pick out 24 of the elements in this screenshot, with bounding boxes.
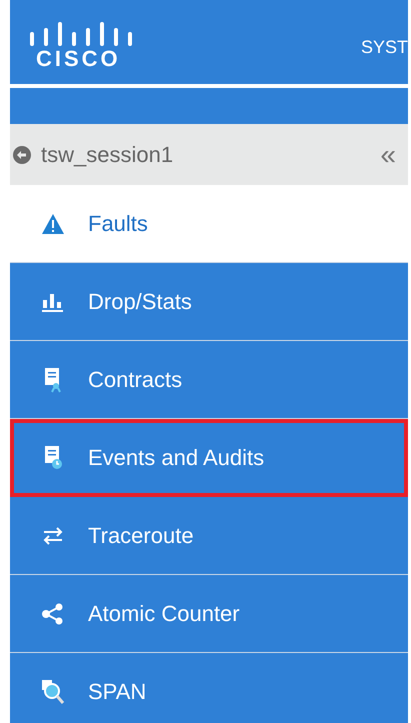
header-title: SYST (360, 36, 408, 59)
menu-label: Drop/Stats (88, 288, 192, 316)
swap-arrows-icon (41, 526, 65, 544)
menu-item[interactable]: Atomic Counter (10, 575, 408, 653)
magnifier-icon (41, 678, 65, 704)
menu-label: Atomic Counter (88, 600, 240, 628)
logo-wordmark: CISCO (36, 48, 121, 70)
share-icon (41, 602, 65, 626)
menu-label: Traceroute (88, 522, 194, 550)
collapse-button[interactable]: « (380, 140, 396, 168)
menu-label: SPAN (88, 678, 146, 706)
warning-icon (41, 212, 65, 234)
menu-label: Faults (88, 210, 148, 238)
menu-label: Contracts (88, 366, 182, 394)
certificate-icon (43, 366, 63, 392)
menu-item[interactable]: Events and Audits (10, 419, 408, 497)
menu-label: Events and Audits (88, 444, 264, 472)
menu-item[interactable]: SPAN (10, 653, 408, 723)
menu-item[interactable]: Contracts (10, 341, 408, 419)
document-clock-icon (43, 444, 63, 470)
menu-item[interactable]: Traceroute (10, 497, 408, 575)
session-name: tsw_session1 (41, 141, 174, 169)
bar-chart-icon (41, 292, 65, 312)
menu-item[interactable]: Drop/Stats (10, 263, 408, 341)
